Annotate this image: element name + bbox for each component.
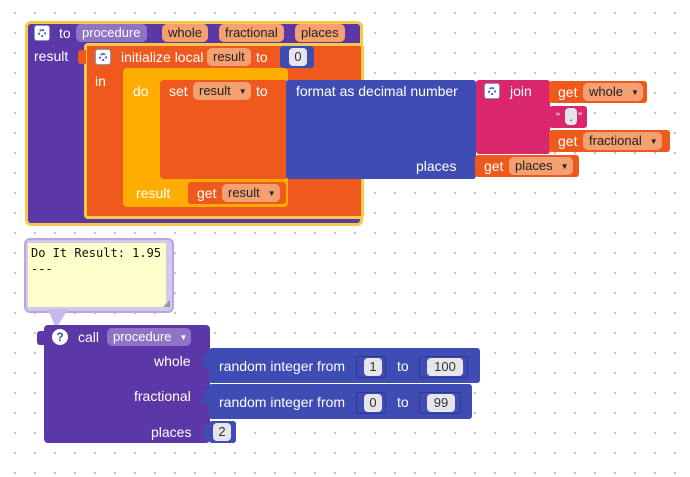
comment-text: Do It Result: 1.95 ---: [31, 246, 162, 276]
mutator-gear-icon[interactable]: [484, 83, 500, 99]
get-fractional-dropdown[interactable]: fractional ▼: [583, 132, 662, 150]
get-whole-dropdown[interactable]: whole ▼: [583, 83, 643, 101]
local-var-name-field[interactable]: result: [207, 48, 251, 66]
open-quote-glyph: “: [556, 110, 560, 124]
places-value-field[interactable]: 2: [213, 423, 231, 441]
call-label: call: [78, 329, 100, 345]
call-output-plug: [37, 331, 45, 345]
random1-from-field[interactable]: 1: [364, 358, 382, 376]
do-label: do: [133, 83, 149, 99]
set-to-label: to: [256, 83, 268, 99]
call-proc-name: procedure: [113, 329, 172, 344]
random2-from-field[interactable]: 0: [364, 394, 382, 412]
format-decimal-label: format as decimal number: [296, 83, 458, 99]
init-to-label: to: [256, 49, 268, 65]
mutator-gear-icon[interactable]: [34, 25, 50, 41]
get-label: get: [484, 158, 504, 174]
get-label: get: [558, 84, 578, 100]
set-label: set: [169, 83, 188, 99]
chevron-down-icon: ▼: [179, 333, 188, 342]
get-result-var: result: [228, 185, 260, 200]
param-whole[interactable]: whole: [162, 24, 208, 42]
random1-to-label: to: [397, 358, 409, 374]
random1-output-plug: [203, 354, 210, 368]
join-label: join: [510, 83, 532, 99]
procedure-name-dropdown[interactable]: procedure ▼: [107, 328, 192, 346]
random2-to-label: to: [397, 394, 409, 410]
arg-whole-label: whole: [154, 353, 191, 369]
chevron-down-icon: ▼: [560, 162, 569, 171]
get-places-var: places: [515, 158, 553, 173]
proc-result-label: result: [34, 48, 69, 64]
format-places-label: places: [416, 158, 457, 174]
chevron-down-icon: ▼: [238, 87, 247, 96]
resize-handle-icon[interactable]: [163, 300, 170, 307]
procedure-name-field[interactable]: procedure: [76, 24, 147, 42]
init-output-plug: [78, 50, 86, 64]
init-value-field[interactable]: 0: [289, 48, 307, 66]
get-places-dropdown[interactable]: places ▼: [509, 157, 573, 175]
mutator-gear-icon[interactable]: [95, 49, 111, 65]
arg-fractional-label: fractional: [134, 388, 191, 404]
random1-to-field[interactable]: 100: [427, 358, 463, 376]
init-in-label: in: [95, 73, 106, 89]
set-variable-name: result: [199, 83, 231, 98]
get-label: get: [558, 133, 578, 149]
do-result-label: result: [136, 185, 171, 201]
proc-to-keyword: to: [59, 25, 71, 41]
arg-places-label: places: [151, 424, 192, 440]
random2-output-plug: [203, 390, 210, 404]
help-icon[interactable]: ?: [52, 329, 68, 345]
places-output-plug: [203, 425, 210, 439]
initialize-local-label: initialize local: [121, 49, 204, 65]
init-body-divider: [120, 207, 286, 216]
get-result-dropdown[interactable]: result ▼: [222, 184, 280, 202]
close-quote-glyph: ”: [578, 110, 582, 124]
get-label: get: [197, 185, 217, 201]
chevron-down-icon: ▼: [267, 189, 276, 198]
get-fractional-var: fractional: [589, 133, 642, 148]
random1-label: random integer from: [219, 358, 346, 374]
param-fractional[interactable]: fractional: [219, 24, 284, 42]
text-literal-field[interactable]: .: [565, 108, 577, 125]
random2-label: random integer from: [219, 394, 346, 410]
chevron-down-icon: ▼: [630, 88, 639, 97]
random2-to-field[interactable]: 99: [427, 394, 455, 412]
set-variable-dropdown[interactable]: result ▼: [193, 82, 251, 100]
get-whole-var: whole: [589, 84, 623, 99]
chevron-down-icon: ▼: [649, 137, 658, 146]
param-places[interactable]: places: [295, 24, 345, 42]
